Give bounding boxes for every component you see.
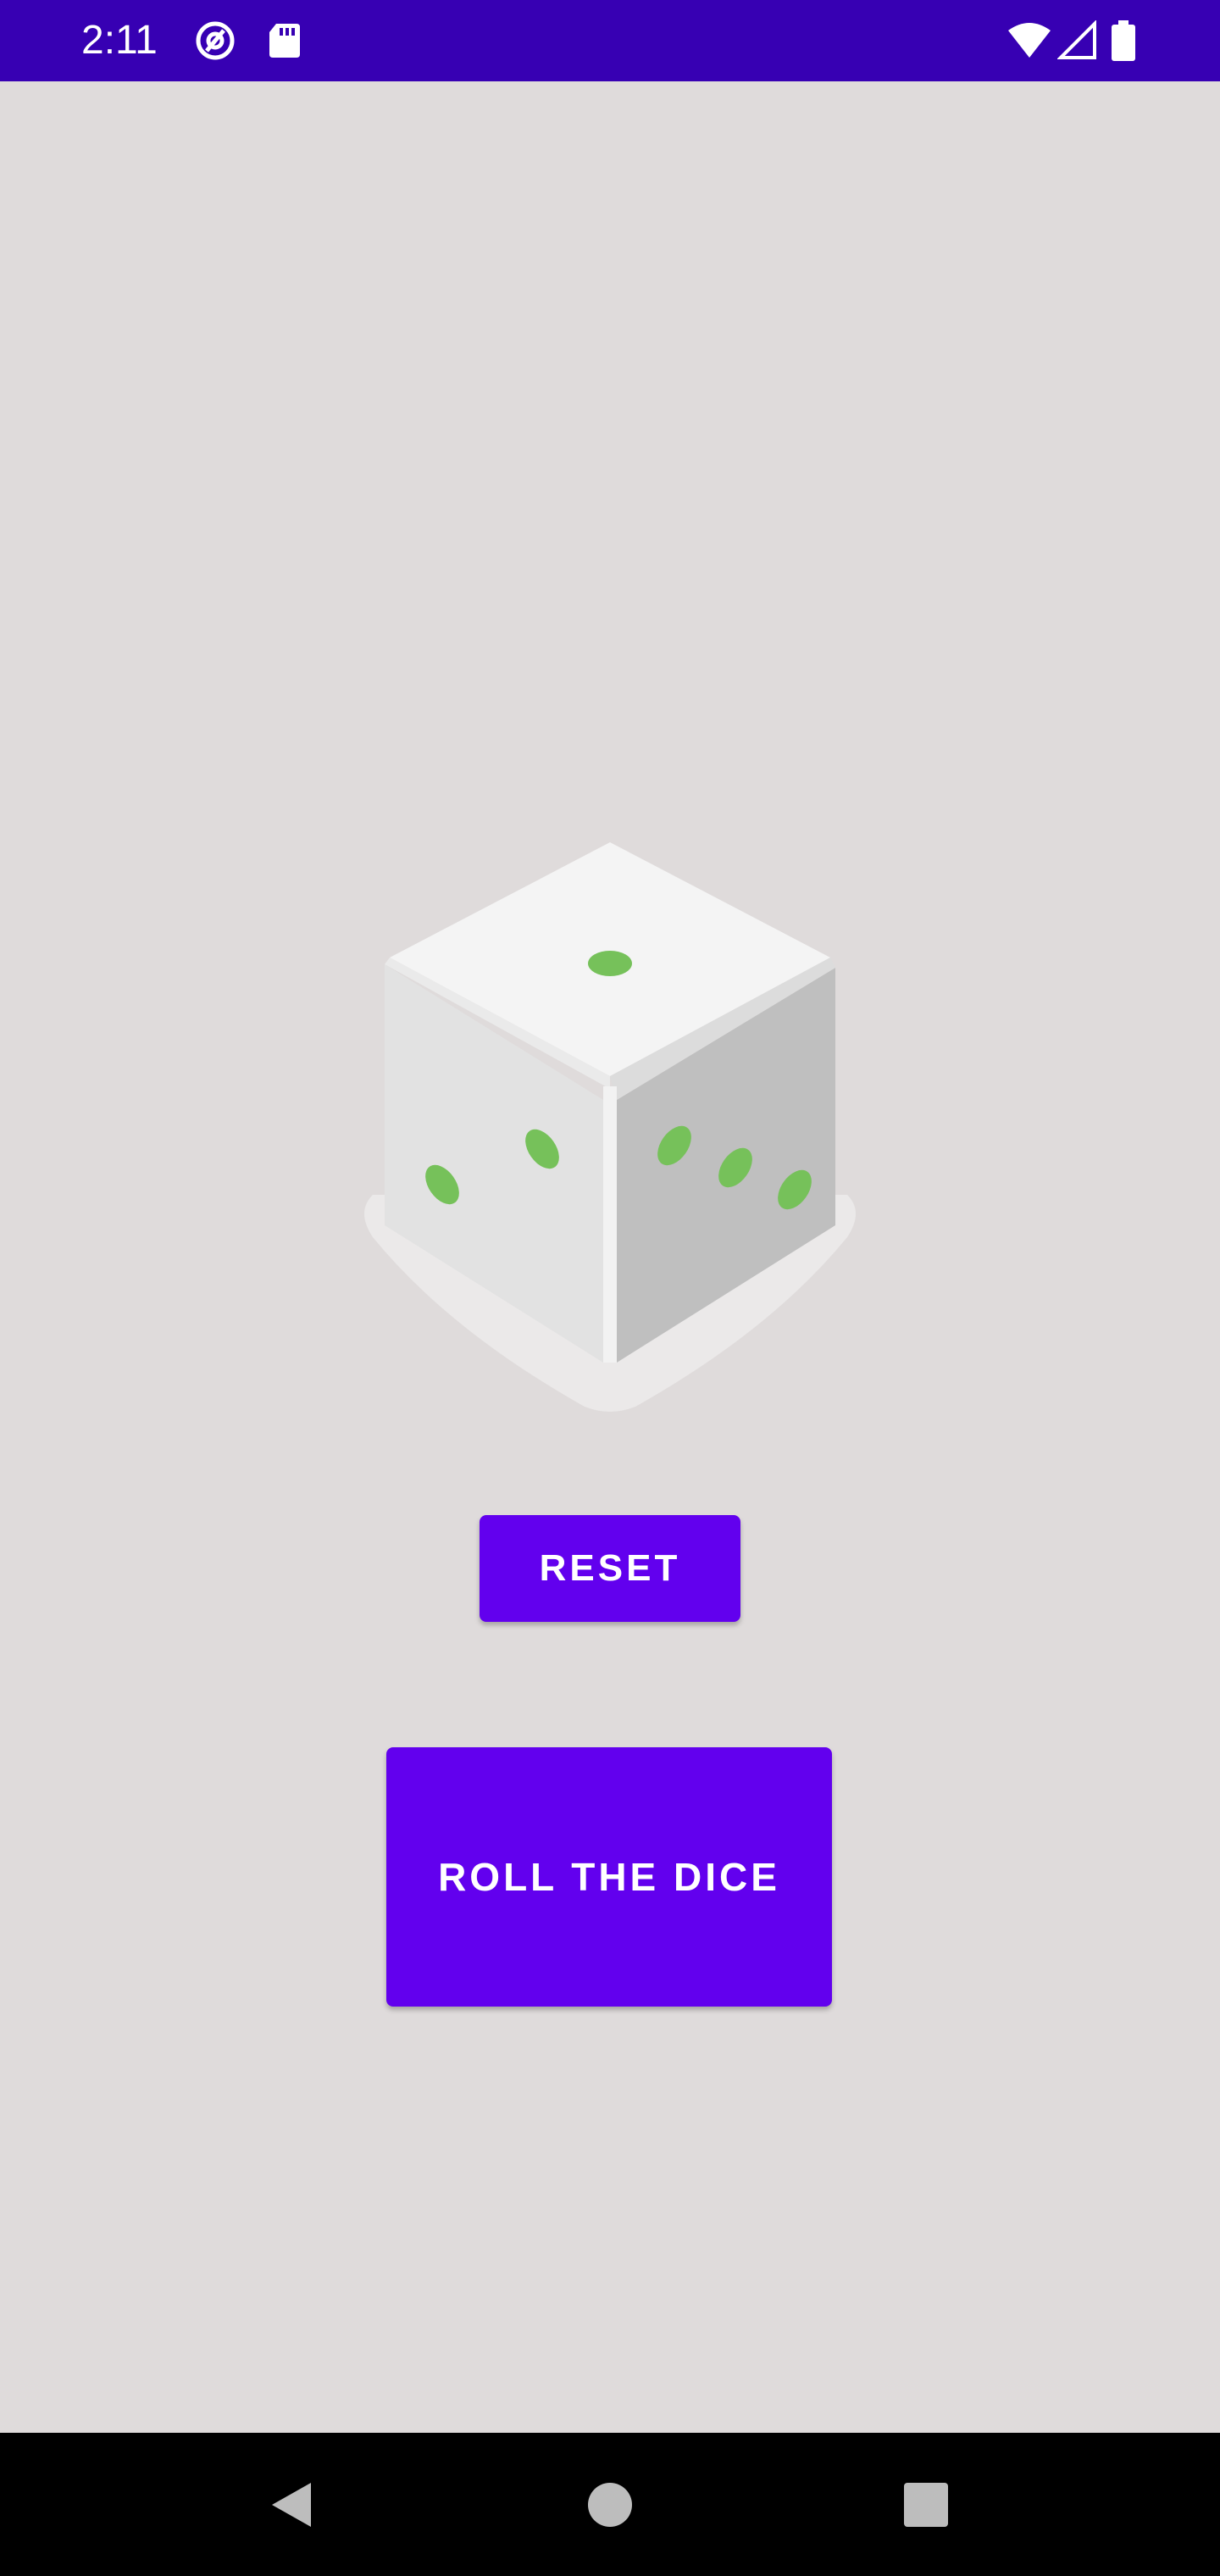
sd-card-icon <box>264 20 305 61</box>
cellular-signal-icon <box>1056 19 1098 61</box>
status-bar: 2:11 <box>0 0 1220 81</box>
reset-button[interactable]: Reset <box>480 1515 740 1622</box>
back-icon[interactable] <box>254 2467 330 2543</box>
dice-icon <box>347 754 873 1415</box>
recents-icon[interactable] <box>888 2467 964 2543</box>
status-time: 2:11 <box>81 18 158 63</box>
at-sign-icon <box>195 20 236 61</box>
navigation-bar <box>0 2433 1220 2576</box>
app-screen: 2:11 RESET ROLL THE DICE <box>0 0 1220 2576</box>
battery-icon <box>1110 20 1137 61</box>
roll-dice-button[interactable]: Roll the dice <box>386 1747 832 2007</box>
home-icon[interactable] <box>572 2467 648 2543</box>
wifi-icon <box>1006 20 1052 61</box>
